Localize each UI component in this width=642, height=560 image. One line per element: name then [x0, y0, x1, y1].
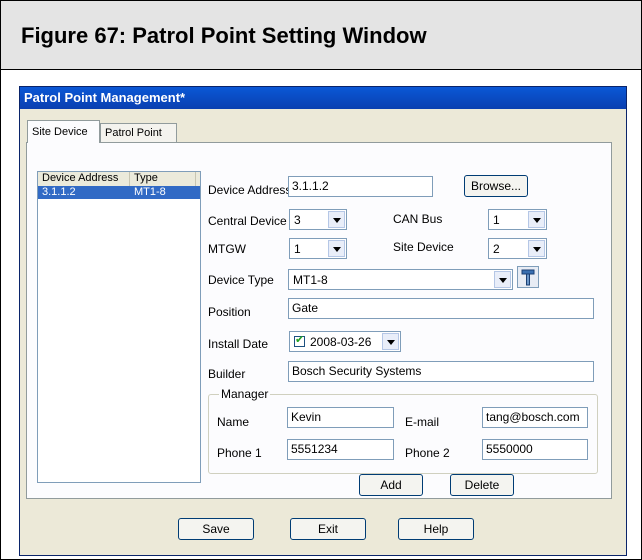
- chevron-down-icon[interactable]: [528, 240, 545, 257]
- device-type-select[interactable]: MT1-8: [288, 269, 513, 290]
- mtgw-select[interactable]: 1: [289, 238, 347, 259]
- builder-field[interactable]: Bosch Security Systems: [288, 361, 594, 382]
- help-button[interactable]: Help: [398, 518, 474, 540]
- list-item-type: MT1-8: [134, 186, 166, 198]
- manager-phone1-field[interactable]: 5551234: [287, 439, 394, 460]
- site-device-select[interactable]: 2: [488, 238, 547, 259]
- chevron-down-icon[interactable]: [528, 211, 545, 228]
- column-type[interactable]: Type: [130, 172, 196, 186]
- central-device-label: Central Device: [208, 214, 287, 228]
- device-address-field[interactable]: 3.1.1.2: [288, 176, 433, 197]
- window-title: Patrol Point Management*: [24, 90, 186, 105]
- position-field[interactable]: Gate: [288, 298, 594, 319]
- site-device-panel: Device Address Type 3.1.1.2 MT1-8 Device…: [26, 142, 612, 499]
- checkmark-icon: ✔: [295, 334, 305, 346]
- can-bus-select[interactable]: 1: [488, 209, 547, 230]
- install-date-label: Install Date: [208, 337, 269, 351]
- tab-site-device[interactable]: Site Device: [27, 120, 100, 143]
- save-button[interactable]: Save: [178, 518, 254, 540]
- chevron-down-icon[interactable]: [328, 211, 345, 228]
- exit-button[interactable]: Exit: [290, 518, 366, 540]
- chevron-down-icon[interactable]: [494, 271, 511, 288]
- site-device-label: Site Device: [393, 240, 454, 254]
- manager-email-label: E-mail: [405, 415, 440, 429]
- delete-button[interactable]: Delete: [450, 474, 514, 496]
- can-bus-value: 1: [493, 213, 500, 227]
- central-device-select[interactable]: 3: [289, 209, 347, 230]
- install-date-checkbox[interactable]: ✔: [294, 334, 305, 347]
- document-frame: Figure 67: Patrol Point Setting Window P…: [0, 0, 642, 560]
- manager-group: Manager Name Kevin E-mail tang@bosch.com…: [208, 387, 598, 474]
- figure-title: Figure 67: Patrol Point Setting Window: [21, 23, 427, 48]
- device-type-label: Device Type: [208, 273, 274, 287]
- central-device-value: 3: [294, 213, 301, 227]
- mtgw-value: 1: [294, 242, 301, 256]
- manager-name-label: Name: [217, 415, 250, 429]
- browse-button[interactable]: Browse...: [464, 175, 528, 197]
- column-device-address[interactable]: Device Address: [38, 172, 130, 186]
- patrol-point-window: Patrol Point Management* Site Device Pat…: [19, 86, 627, 556]
- device-address-label: Device Address: [208, 183, 292, 197]
- manager-phone2-field[interactable]: 5550000: [482, 439, 588, 460]
- device-list-header: Device Address Type: [38, 172, 200, 187]
- chevron-down-icon[interactable]: [328, 240, 345, 257]
- manager-email-field[interactable]: tang@bosch.com: [482, 407, 588, 428]
- chevron-down-icon[interactable]: [382, 333, 399, 350]
- hammer-icon[interactable]: [517, 266, 539, 288]
- mtgw-label: MTGW: [208, 242, 246, 256]
- install-date-picker[interactable]: ✔ 2008-03-26: [289, 331, 401, 352]
- site-device-value: 2: [493, 242, 500, 256]
- builder-label: Builder: [208, 367, 246, 381]
- install-date-value: 2008-03-26: [310, 335, 372, 349]
- tab-patrol-point[interactable]: Patrol Point: [100, 123, 177, 143]
- list-item-address: 3.1.1.2: [42, 186, 76, 198]
- manager-phone1-label: Phone 1: [217, 446, 262, 460]
- add-button[interactable]: Add: [359, 474, 423, 496]
- manager-group-title: Manager: [219, 387, 271, 401]
- position-label: Position: [208, 305, 251, 319]
- device-type-value: MT1-8: [293, 273, 328, 287]
- window-titlebar[interactable]: Patrol Point Management*: [20, 87, 626, 109]
- manager-name-field[interactable]: Kevin: [287, 407, 394, 428]
- manager-phone2-label: Phone 2: [405, 446, 450, 460]
- can-bus-label: CAN Bus: [393, 212, 443, 226]
- figure-header: Figure 67: Patrol Point Setting Window: [1, 1, 641, 70]
- list-item[interactable]: 3.1.1.2 MT1-8: [38, 186, 200, 199]
- device-list[interactable]: Device Address Type 3.1.1.2 MT1-8: [37, 171, 201, 483]
